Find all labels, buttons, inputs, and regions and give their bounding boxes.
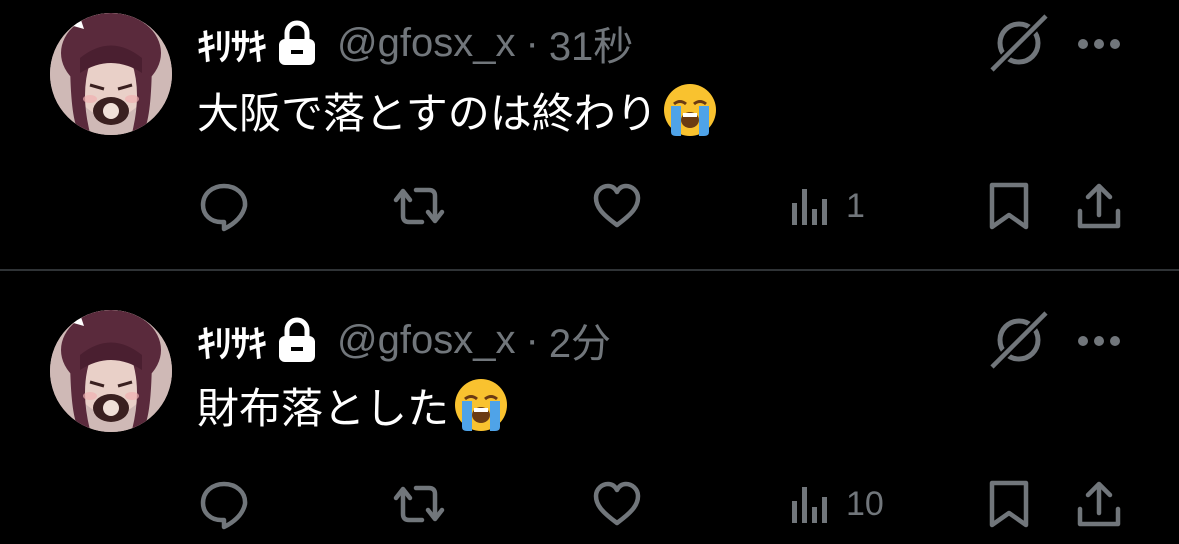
user-handle[interactable]: @gfosx_x bbox=[337, 318, 515, 363]
avatar-image bbox=[50, 13, 172, 135]
more-icon[interactable] bbox=[1076, 37, 1122, 51]
share-icon bbox=[1077, 183, 1121, 229]
tweet[interactable]: ｷﾘｻｷ @gfosx_x · 31秒 大阪で落とすのは終わり 1 bbox=[0, 0, 1179, 269]
tweet-actions: 1 bbox=[0, 176, 1179, 236]
separator-dot: · bbox=[525, 317, 539, 362]
views-count: 1 bbox=[846, 186, 865, 225]
avatar[interactable] bbox=[50, 13, 172, 135]
retweet-button[interactable] bbox=[390, 176, 448, 236]
tweet-header: ｷﾘｻｷ @gfosx_x · 31秒 bbox=[197, 16, 633, 70]
tweet-text: 大阪で落とすのは終わり bbox=[197, 80, 718, 140]
tweet-text-body: 財布落とした bbox=[197, 384, 450, 432]
share-button[interactable] bbox=[1076, 474, 1122, 534]
avatar-image bbox=[50, 310, 172, 432]
timestamp[interactable]: 31秒 bbox=[549, 14, 634, 72]
heart-icon bbox=[593, 183, 641, 228]
bookmark-button[interactable] bbox=[988, 176, 1030, 236]
bookmark-icon bbox=[989, 480, 1029, 528]
tweet-text: 財布落とした bbox=[197, 375, 509, 435]
views-count: 10 bbox=[846, 484, 884, 523]
user-handle[interactable]: @gfosx_x bbox=[337, 21, 515, 66]
grok-icon[interactable] bbox=[990, 311, 1048, 369]
bookmark-button[interactable] bbox=[988, 474, 1030, 534]
tweet-text-body: 大阪で落とすのは終わり bbox=[197, 89, 658, 137]
reply-icon bbox=[200, 481, 248, 530]
grok-icon[interactable] bbox=[990, 14, 1048, 72]
reply-button[interactable] bbox=[198, 176, 250, 236]
tweet-actions: 10 bbox=[0, 474, 1179, 534]
lock-icon bbox=[277, 20, 317, 66]
avatar[interactable] bbox=[50, 310, 172, 432]
tweet-header: ｷﾘｻｷ @gfosx_x · 2分 bbox=[197, 313, 611, 367]
like-button[interactable] bbox=[592, 176, 642, 236]
lock-icon bbox=[277, 317, 317, 363]
heart-icon bbox=[593, 481, 641, 526]
timestamp[interactable]: 2分 bbox=[549, 311, 611, 369]
share-button[interactable] bbox=[1076, 176, 1122, 236]
share-icon bbox=[1077, 481, 1121, 527]
tweet[interactable]: ｷﾘｻｷ @gfosx_x · 2分 財布落とした 10 bbox=[0, 271, 1179, 544]
retweet-button[interactable] bbox=[390, 474, 448, 534]
reply-button[interactable] bbox=[198, 474, 250, 534]
analytics-icon bbox=[792, 189, 827, 225]
display-name[interactable]: ｷﾘｻｷ bbox=[197, 16, 267, 71]
like-button[interactable] bbox=[592, 474, 642, 534]
loudly-crying-face-icon bbox=[662, 82, 718, 138]
views-button[interactable]: 1 bbox=[790, 176, 865, 236]
reply-icon bbox=[200, 183, 248, 232]
retweet-icon bbox=[393, 485, 445, 523]
display-name[interactable]: ｷﾘｻｷ bbox=[197, 313, 267, 368]
retweet-icon bbox=[393, 187, 445, 225]
separator-dot: · bbox=[525, 20, 539, 65]
analytics-icon bbox=[792, 487, 827, 523]
views-button[interactable]: 10 bbox=[790, 474, 884, 534]
more-icon[interactable] bbox=[1076, 334, 1122, 348]
bookmark-icon bbox=[989, 182, 1029, 230]
loudly-crying-face-icon bbox=[453, 377, 509, 433]
